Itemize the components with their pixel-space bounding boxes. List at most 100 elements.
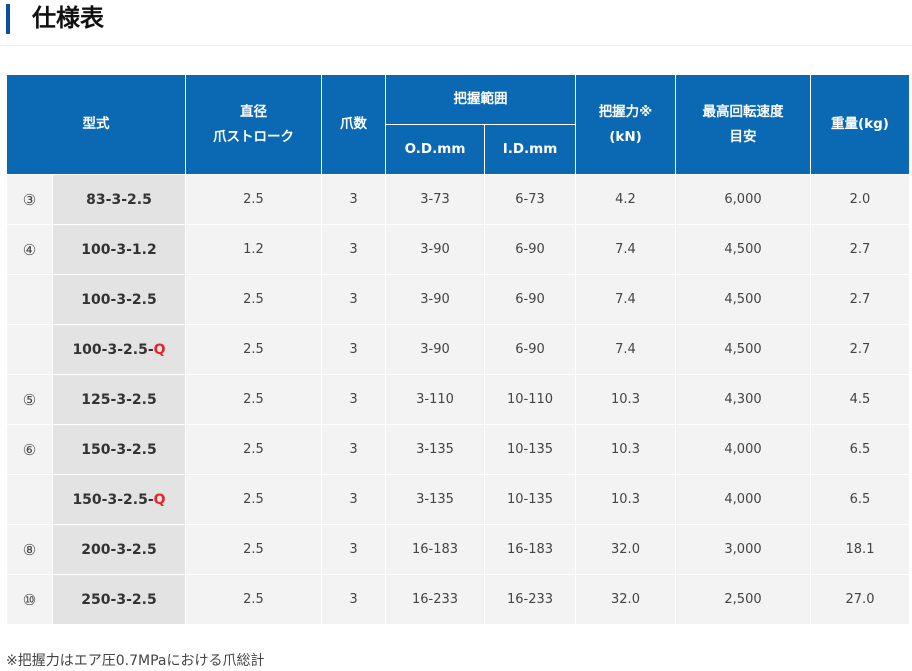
model-cell: 100-3-1.2 bbox=[52, 224, 186, 275]
claws-cell: 3 bbox=[321, 274, 386, 325]
id-cell: 10-110 bbox=[484, 374, 576, 425]
force-cell: 7.4 bbox=[575, 324, 676, 375]
stroke-cell: 1.2 bbox=[185, 224, 322, 275]
table-row: ⑥ 150-3-2.5 2.5 3 3-135 10-135 10.3 4,000 6.5 bbox=[6, 424, 910, 475]
model-cell: 125-3-2.5 bbox=[52, 374, 186, 425]
model-cell: 250-3-2.5 bbox=[52, 574, 186, 625]
stroke-cell: 2.5 bbox=[185, 174, 322, 225]
weight-cell: 18.1 bbox=[810, 524, 910, 575]
header-speed: 最高回転速度 目安 bbox=[675, 74, 811, 175]
claws-cell: 3 bbox=[321, 574, 386, 625]
model-name: 200-3-2.5 bbox=[81, 541, 157, 558]
stroke-cell: 2.5 bbox=[185, 474, 322, 525]
stroke-cell: 2.5 bbox=[185, 374, 322, 425]
speed-cell: 4,000 bbox=[675, 474, 811, 525]
id-cell: 16-183 bbox=[484, 524, 576, 575]
stroke-cell: 2.5 bbox=[185, 274, 322, 325]
od-cell: 3-110 bbox=[385, 374, 485, 425]
table-row: 100-3-2.5-Q 2.5 3 3-90 6-90 7.4 4,500 2.7 bbox=[6, 324, 910, 375]
footnote: ※把握力はエア圧0.7MPaにおける爪総計 bbox=[6, 653, 265, 669]
title-accent-bar bbox=[6, 4, 10, 34]
table-row: 100-3-2.5 2.5 3 3-90 6-90 7.4 4,500 2.7 bbox=[6, 274, 910, 325]
force-cell: 10.3 bbox=[575, 424, 676, 475]
header-claws: 爪数 bbox=[321, 74, 386, 175]
speed-cell: 2,500 bbox=[675, 574, 811, 625]
stroke-cell: 2.5 bbox=[185, 424, 322, 475]
od-cell: 16-183 bbox=[385, 524, 485, 575]
model-cell: 83-3-2.5 bbox=[52, 174, 186, 225]
model-name: 150-3-2.5- bbox=[72, 491, 154, 508]
title-divider bbox=[0, 45, 912, 46]
force-cell: 32.0 bbox=[575, 574, 676, 625]
header-stroke: 直径 爪ストローク bbox=[185, 74, 322, 175]
model-name: 100-3-1.2 bbox=[81, 241, 157, 258]
stroke-cell: 2.5 bbox=[185, 524, 322, 575]
row-marker: ⑤ bbox=[6, 374, 53, 425]
header-speed-line2: 目安 bbox=[729, 128, 757, 145]
speed-cell: 4,500 bbox=[675, 274, 811, 325]
table-row: ④ 100-3-1.2 1.2 3 3-90 6-90 7.4 4,500 2.7 bbox=[6, 224, 910, 275]
id-cell: 6-73 bbox=[484, 174, 576, 225]
weight-cell: 4.5 bbox=[810, 374, 910, 425]
table-row: ③ 83-3-2.5 2.5 3 3-73 6-73 4.2 6,000 2.0 bbox=[6, 174, 910, 225]
od-cell: 3-135 bbox=[385, 474, 485, 525]
speed-cell: 6,000 bbox=[675, 174, 811, 225]
model-suffix: Q bbox=[153, 341, 166, 358]
model-cell: 150-3-2.5-Q bbox=[52, 474, 186, 525]
header-force: 把握力※ (kN) bbox=[575, 74, 676, 175]
model-name: 100-3-2.5 bbox=[81, 291, 157, 308]
force-cell: 32.0 bbox=[575, 524, 676, 575]
row-marker: ⑥ bbox=[6, 424, 53, 475]
row-marker bbox=[6, 274, 53, 325]
header-weight: 重量(kg) bbox=[810, 74, 910, 175]
row-marker: ③ bbox=[6, 174, 53, 225]
claws-cell: 3 bbox=[321, 224, 386, 275]
row-marker bbox=[6, 474, 53, 525]
od-cell: 16-233 bbox=[385, 574, 485, 625]
id-cell: 10-135 bbox=[484, 474, 576, 525]
weight-cell: 6.5 bbox=[810, 474, 910, 525]
model-cell: 150-3-2.5 bbox=[52, 424, 186, 475]
id-cell: 6-90 bbox=[484, 274, 576, 325]
od-cell: 3-73 bbox=[385, 174, 485, 225]
header-grip-range: 把握範囲 bbox=[385, 74, 576, 125]
table-row: ⑩ 250-3-2.5 2.5 3 16-233 16-233 32.0 2,500 27.0 bbox=[6, 574, 910, 625]
header-stroke-line1: 直径 bbox=[240, 103, 267, 120]
weight-cell: 6.5 bbox=[810, 424, 910, 475]
header-force-line1: 把握力※ bbox=[598, 103, 653, 120]
speed-cell: 3,000 bbox=[675, 524, 811, 575]
table-row: ⑤ 125-3-2.5 2.5 3 3-110 10-110 10.3 4,300 4.5 bbox=[6, 374, 910, 425]
id-cell: 16-233 bbox=[484, 574, 576, 625]
header-id: I.D.mm bbox=[484, 124, 576, 175]
row-marker: ⑧ bbox=[6, 524, 53, 575]
table-row: ⑧ 200-3-2.5 2.5 3 16-183 16-183 32.0 3,000 18.1 bbox=[6, 524, 910, 575]
od-cell: 3-90 bbox=[385, 274, 485, 325]
claws-cell: 3 bbox=[321, 374, 386, 425]
weight-cell: 2.0 bbox=[810, 174, 910, 225]
speed-cell: 4,000 bbox=[675, 424, 811, 475]
header-od: O.D.mm bbox=[385, 124, 485, 175]
weight-cell: 2.7 bbox=[810, 324, 910, 375]
model-cell: 100-3-2.5 bbox=[52, 274, 186, 325]
header-model: 型式 bbox=[6, 74, 186, 175]
force-cell: 4.2 bbox=[575, 174, 676, 225]
model-cell: 100-3-2.5-Q bbox=[52, 324, 186, 375]
stroke-cell: 2.5 bbox=[185, 324, 322, 375]
weight-cell: 2.7 bbox=[810, 224, 910, 275]
claws-cell: 3 bbox=[321, 174, 386, 225]
stroke-cell: 2.5 bbox=[185, 574, 322, 625]
id-cell: 6-90 bbox=[484, 224, 576, 275]
model-cell: 200-3-2.5 bbox=[52, 524, 186, 575]
id-cell: 10-135 bbox=[484, 424, 576, 475]
force-cell: 7.4 bbox=[575, 274, 676, 325]
header-speed-line1: 最高回転速度 bbox=[702, 103, 784, 120]
header-stroke-line2: 爪ストローク bbox=[213, 128, 294, 145]
model-name: 150-3-2.5 bbox=[81, 441, 157, 458]
id-cell: 6-90 bbox=[484, 324, 576, 375]
od-cell: 3-90 bbox=[385, 324, 485, 375]
page-title: 仕様表 bbox=[32, 4, 104, 32]
model-name: 125-3-2.5 bbox=[81, 391, 157, 408]
weight-cell: 27.0 bbox=[810, 574, 910, 625]
force-cell: 10.3 bbox=[575, 374, 676, 425]
spec-table: 型式 直径 爪ストローク 爪数 把握範囲 把握力※ (kN) 最高回転速度 目安… bbox=[6, 74, 910, 625]
